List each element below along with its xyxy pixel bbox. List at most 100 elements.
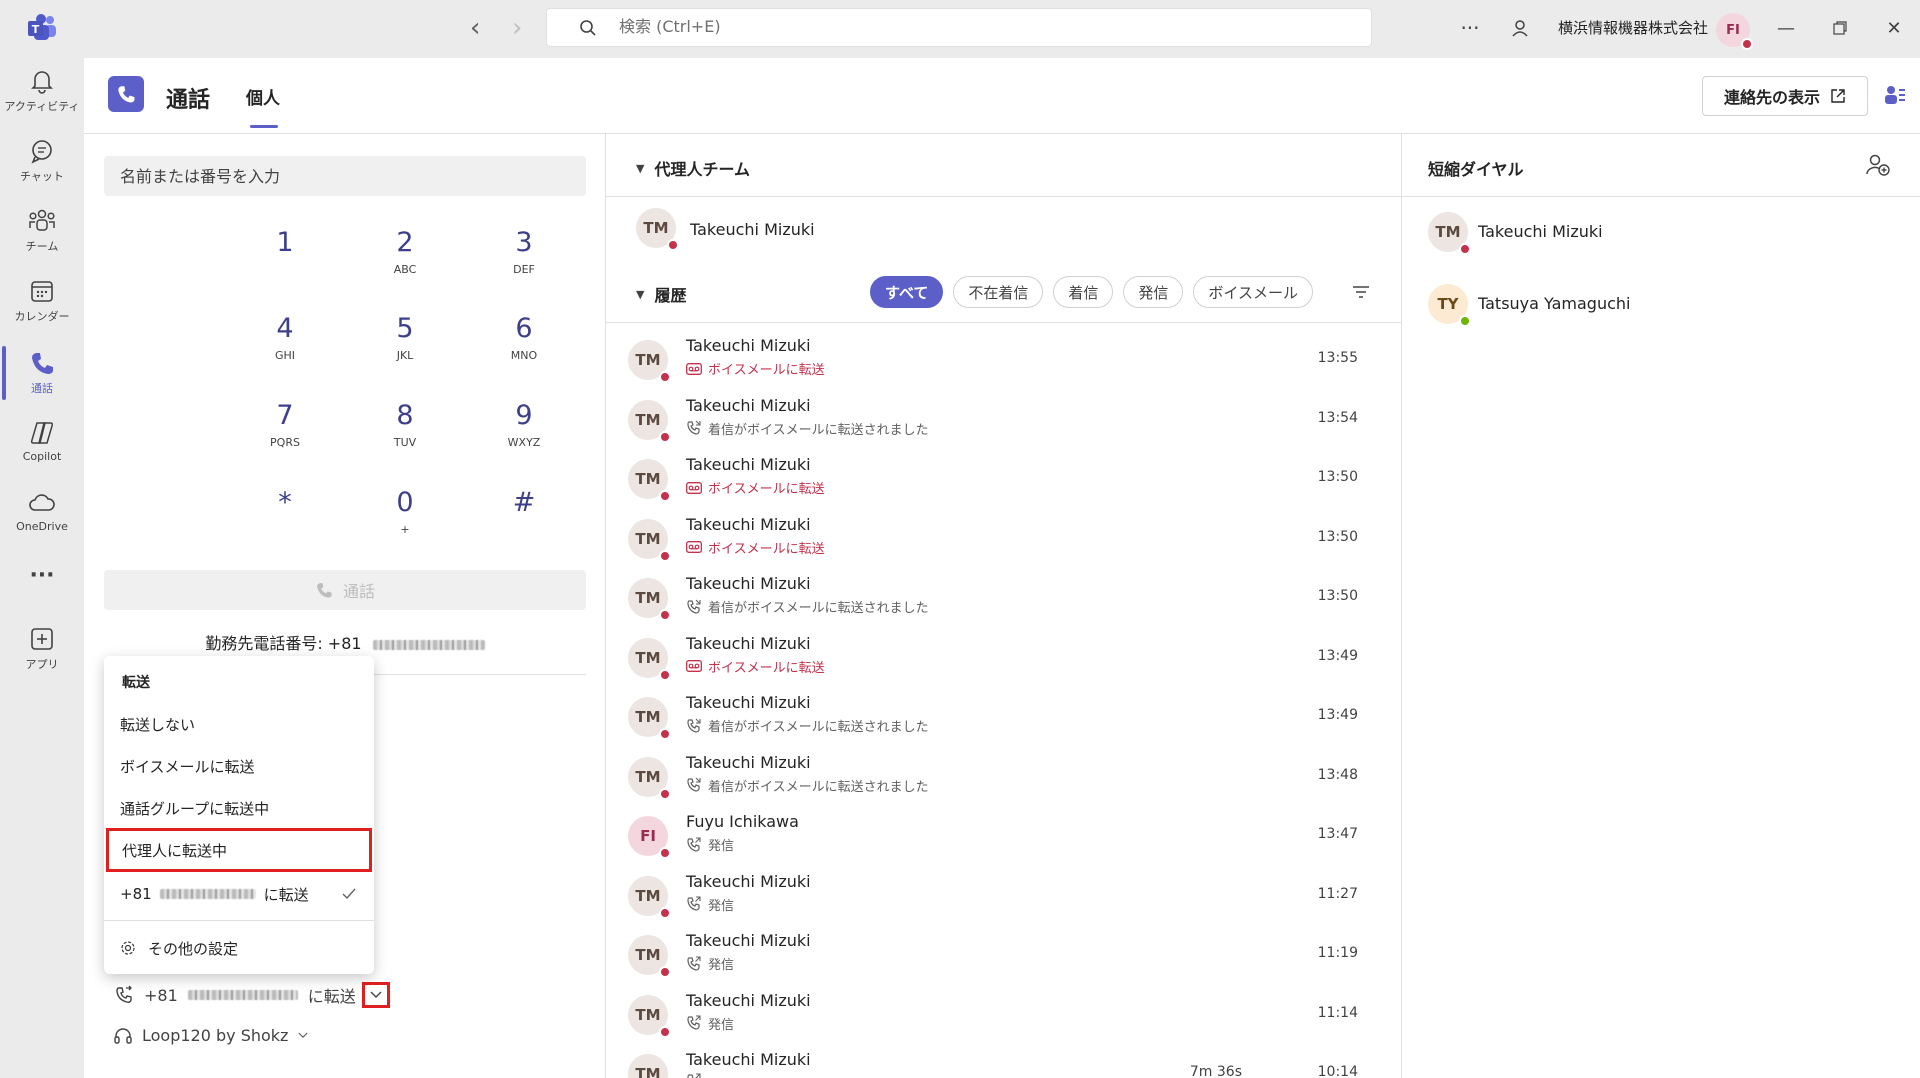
key-digit: #: [512, 487, 536, 518]
filter-missed[interactable]: 不在着信: [953, 276, 1044, 308]
filter-outgoing[interactable]: 発信: [1123, 276, 1184, 308]
avatar[interactable]: TM: [1428, 212, 1471, 255]
call-history-row[interactable]: TM Takeuchi Mizuki ボイスメールに転送 13:49: [606, 628, 1401, 687]
key-digit: 5: [396, 313, 414, 344]
back-arrow-icon[interactable]: ‹: [470, 15, 480, 41]
delegates-section-header[interactable]: ▼ 代理人チーム: [636, 156, 750, 180]
call-history-row[interactable]: FI Fuyu Ichikawa 発信 13:47: [606, 806, 1401, 865]
avatar[interactable]: TM: [628, 518, 671, 562]
search-input[interactable]: [619, 17, 1219, 36]
presence-busy-icon: [659, 490, 671, 502]
teams-logo-icon[interactable]: T: [27, 14, 57, 42]
key-digit: 0: [396, 487, 414, 518]
caller-name: Takeuchi Mizuki: [686, 633, 811, 653]
meet-now-icon[interactable]: [1506, 14, 1534, 42]
call-history-row[interactable]: TM Takeuchi Mizuki ボイスメールに転送 13:50: [606, 449, 1401, 508]
menu-item-forward-call-group[interactable]: 通話グループに転送中: [104, 788, 374, 828]
call-history-row[interactable]: TM Takeuchi Mizuki 着信がボイスメールに転送されました 13:50: [606, 568, 1401, 627]
call-history-row[interactable]: TM Takeuchi Mizuki ボイスメールに転送 13:55: [606, 330, 1401, 389]
rail-item-chat[interactable]: チャット: [0, 128, 84, 196]
user-avatar[interactable]: FI: [1716, 13, 1753, 50]
dialpad-key-star[interactable]: *: [225, 486, 345, 556]
menu-item-no-forward[interactable]: 転送しない: [104, 704, 374, 744]
dial-input[interactable]: [104, 156, 586, 196]
call-history-row[interactable]: TM Takeuchi Mizuki 発信 11:27: [606, 866, 1401, 925]
dialpad-key-4[interactable]: 4 GHI: [225, 312, 345, 382]
filter-incoming[interactable]: 着信: [1053, 276, 1114, 308]
avatar[interactable]: TM: [628, 399, 671, 443]
avatar[interactable]: TM: [628, 994, 671, 1038]
call-history-row[interactable]: TM Takeuchi Mizuki 着信がボイスメールに転送されました 13:49: [606, 687, 1401, 746]
dialpad-key-3[interactable]: 3 DEF: [464, 226, 584, 296]
call-button[interactable]: 通話: [104, 570, 586, 610]
key-letters: DEF: [513, 263, 535, 276]
avatar[interactable]: TM: [628, 459, 671, 502]
minimize-icon[interactable]: —: [1772, 14, 1800, 42]
avatar[interactable]: TM: [628, 756, 671, 800]
delegate-name[interactable]: Takeuchi Mizuki: [690, 220, 815, 239]
call-time: 13:49: [1317, 647, 1358, 664]
history-section-header[interactable]: ▼ 履歴: [636, 282, 686, 306]
avatar[interactable]: TM: [628, 578, 671, 621]
avatar[interactable]: TM: [628, 340, 671, 383]
avatar-initials: TM: [635, 589, 661, 607]
restore-icon[interactable]: [1826, 14, 1854, 42]
call-time: 10:14: [1317, 1064, 1358, 1078]
speed-dial-contact-name[interactable]: Takeuchi Mizuki: [1478, 222, 1603, 241]
search-box[interactable]: [546, 8, 1372, 47]
redacted-number: [372, 639, 485, 650]
call-forward-status[interactable]: +81 に転送: [114, 982, 390, 1008]
dialpad-key-0[interactable]: 0 +: [345, 486, 465, 556]
avatar[interactable]: TM: [628, 1054, 668, 1078]
forward-suffix: に転送: [307, 987, 356, 1006]
rail-item-copilot[interactable]: Copilot: [0, 410, 84, 478]
call-history-row[interactable]: TM Takeuchi Mizuki 7m 36s 10:14: [606, 1044, 1401, 1078]
avatar[interactable]: TM: [628, 935, 671, 978]
call-history-row[interactable]: TM Takeuchi Mizuki 着信がボイスメールに転送されました 13:54: [606, 390, 1401, 449]
filter-all[interactable]: すべて: [870, 276, 944, 308]
filter-voicemail[interactable]: ボイスメール: [1193, 276, 1313, 308]
dialpad-key-8[interactable]: 8 TUV: [345, 399, 465, 469]
view-contacts-button[interactable]: 連絡先の表示: [1702, 76, 1868, 116]
avatar[interactable]: TM: [628, 697, 671, 740]
avatar[interactable]: TM: [628, 875, 671, 919]
call-status-text: 着信がボイスメールに転送されました: [708, 422, 929, 438]
call-history-row[interactable]: TM Takeuchi Mizuki 着信がボイスメールに転送されました 13:48: [606, 747, 1401, 806]
call-history-row[interactable]: TM Takeuchi Mizuki ボイスメールに転送 13:50: [606, 509, 1401, 568]
rail-item-teams[interactable]: チーム: [0, 198, 84, 266]
add-contact-icon[interactable]: [1866, 154, 1890, 180]
more-options-icon[interactable]: ···: [1456, 14, 1484, 42]
forward-options-chevron[interactable]: [361, 982, 390, 1008]
audio-device-selector[interactable]: Loop120 by Shokz: [114, 1026, 309, 1045]
forward-arrow-icon[interactable]: ›: [512, 15, 522, 41]
dialpad-key-1[interactable]: 1: [225, 226, 345, 296]
dialpad-key-5[interactable]: 5 JKL: [345, 312, 465, 382]
dialpad-key-hash[interactable]: #: [464, 486, 584, 556]
avatar[interactable]: FI: [628, 816, 671, 859]
avatar[interactable]: TM: [628, 637, 671, 681]
menu-item-forward-delegate[interactable]: 代理人に転送中: [106, 828, 372, 872]
history-filter-pills: すべて 不在着信 着信 発信 ボイスメール: [870, 276, 1313, 308]
menu-item-more-settings[interactable]: その他の設定: [104, 928, 374, 968]
rail-item-activity[interactable]: アクティビティ: [0, 58, 84, 126]
dialpad-key-6[interactable]: 6 MNO: [464, 312, 584, 382]
call-history-row[interactable]: TM Takeuchi Mizuki 発信 11:19: [606, 925, 1401, 984]
dialpad-key-7[interactable]: 7 PQRS: [225, 399, 345, 469]
dialpad-key-2[interactable]: 2 ABC: [345, 226, 465, 296]
filter-icon[interactable]: [1352, 284, 1370, 303]
tab-personal[interactable]: 個人: [246, 84, 280, 109]
people-icon[interactable]: [1884, 84, 1906, 110]
avatar[interactable]: TM: [636, 208, 679, 251]
speed-dial-contact-name[interactable]: Tatsuya Yamaguchi: [1478, 294, 1630, 313]
call-history-row[interactable]: TM Takeuchi Mizuki 発信 11:14: [606, 985, 1401, 1044]
avatar[interactable]: TY: [1428, 284, 1471, 327]
dialpad-key-9[interactable]: 9 WXYZ: [464, 399, 584, 469]
rail-item-onedrive[interactable]: OneDrive: [0, 480, 84, 548]
rail-item-calls[interactable]: 通話: [0, 340, 84, 408]
close-icon[interactable]: ✕: [1880, 14, 1908, 42]
key-letters: ABC: [393, 263, 417, 276]
rail-item-calendar[interactable]: カレンダー: [0, 268, 84, 336]
menu-item-forward-voicemail[interactable]: ボイスメールに転送: [104, 746, 374, 786]
menu-item-forward-number[interactable]: +81 に転送: [104, 874, 374, 914]
rail-item-apps[interactable]: アプリ: [0, 616, 84, 684]
